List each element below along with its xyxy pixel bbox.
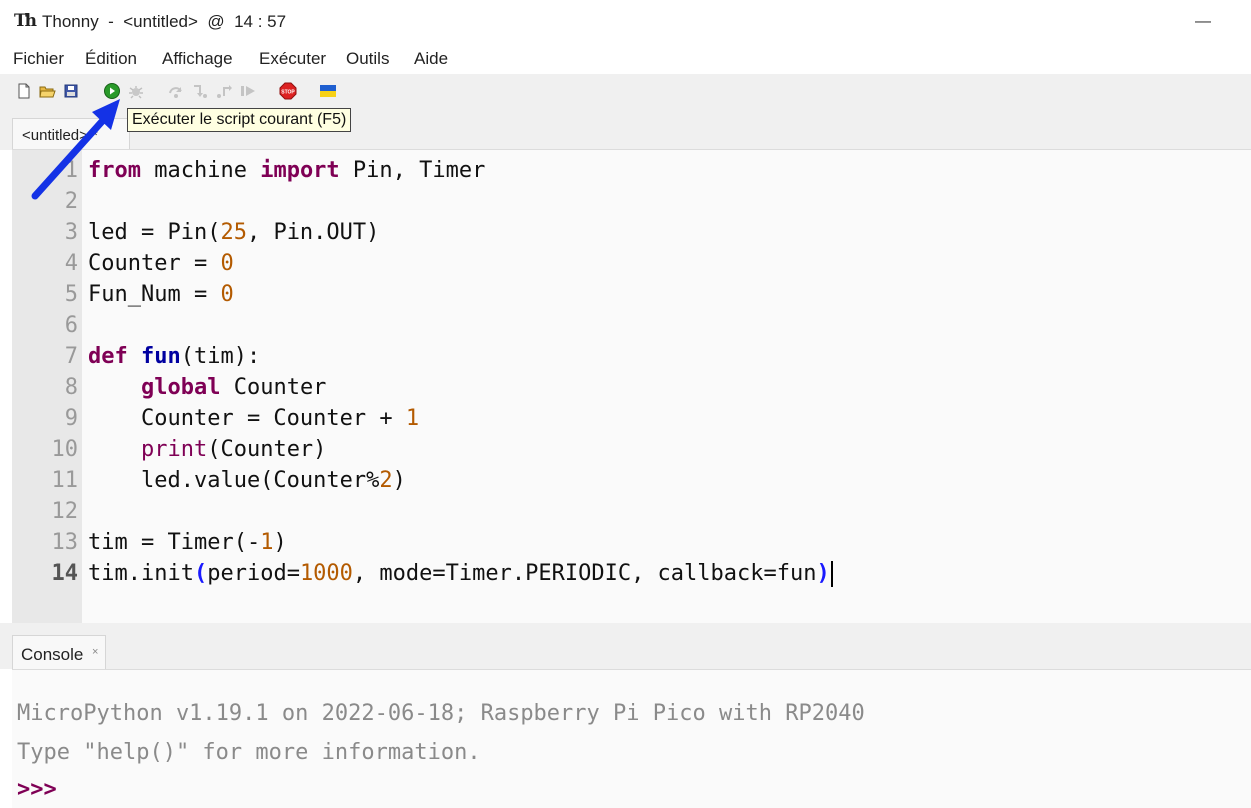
console-tab-label: Console bbox=[21, 645, 84, 664]
step-out-icon[interactable] bbox=[215, 82, 233, 100]
line-number: 1 bbox=[64, 158, 78, 183]
editor-tab-untitled[interactable]: <untitled> * bbox=[12, 118, 130, 150]
code-editor[interactable]: 1 2 3 4 5 6 7 8 9 10 11 12 13 14 from ma… bbox=[12, 149, 1251, 624]
menu-executer[interactable]: Exécuter bbox=[259, 49, 326, 69]
window-title: Thonny - <untitled> @ 14 : 57 bbox=[42, 12, 287, 31]
svg-text:STOP: STOP bbox=[281, 90, 295, 96]
editor-tab-label: <untitled> * bbox=[22, 127, 98, 144]
menu-fichier[interactable]: Fichier bbox=[13, 49, 64, 69]
line-number: 9 bbox=[64, 406, 78, 431]
minimize-button[interactable]: — bbox=[1183, 8, 1223, 36]
menu-affichage[interactable]: Affichage bbox=[162, 49, 233, 69]
line-number: 10 bbox=[51, 437, 79, 462]
menu-aide[interactable]: Aide bbox=[414, 49, 448, 69]
menu-outils[interactable]: Outils bbox=[346, 49, 389, 69]
line-number: 6 bbox=[64, 313, 78, 338]
menu-edition[interactable]: Édition bbox=[85, 49, 137, 69]
console-tab-close-icon[interactable]: × bbox=[92, 646, 98, 658]
line-number-gutter: 1 2 3 4 5 6 7 8 9 10 11 12 13 14 bbox=[12, 150, 82, 624]
console-banner-line: MicroPython v1.19.1 on 2022-06-18; Raspb… bbox=[17, 701, 865, 726]
code-line: Counter = 0 bbox=[88, 251, 234, 276]
code-line: tim.init(period=1000, mode=Timer.PERIODI… bbox=[88, 558, 833, 589]
console-help-line: Type "help()" for more information. bbox=[17, 740, 481, 765]
code-line: print(Counter) bbox=[140, 437, 327, 462]
save-icon[interactable] bbox=[62, 82, 80, 100]
code-line: global Counter bbox=[140, 375, 327, 400]
step-over-icon[interactable] bbox=[167, 82, 185, 100]
ukraine-flag-icon[interactable] bbox=[319, 82, 337, 100]
step-into-icon[interactable] bbox=[191, 82, 209, 100]
code-line: def fun(tim): bbox=[88, 344, 261, 369]
shell-console[interactable]: MicroPython v1.19.1 on 2022-06-18; Raspb… bbox=[12, 669, 1251, 808]
toolbar: STOP bbox=[0, 74, 1251, 112]
console-tab[interactable]: Console × bbox=[12, 635, 106, 669]
resume-icon[interactable] bbox=[239, 82, 257, 100]
run-icon[interactable] bbox=[103, 82, 121, 100]
line-number: 8 bbox=[64, 375, 78, 400]
open-folder-icon[interactable] bbox=[38, 82, 56, 100]
stop-icon[interactable]: STOP bbox=[279, 82, 297, 100]
code-line: led = Pin(25, Pin.OUT) bbox=[88, 220, 380, 245]
line-number: 4 bbox=[64, 251, 78, 276]
line-number: 7 bbox=[64, 344, 78, 369]
line-number: 5 bbox=[64, 282, 78, 307]
menu-bar: Fichier Édition Affichage Exécuter Outil… bbox=[0, 44, 1251, 74]
code-line: Counter = Counter + 1 bbox=[88, 406, 420, 431]
title-bar: Th Thonny - <untitled> @ 14 : 57 — bbox=[0, 0, 1251, 44]
console-prompt[interactable]: >>> bbox=[17, 777, 57, 802]
line-number: 2 bbox=[64, 189, 78, 214]
new-file-icon[interactable] bbox=[15, 82, 33, 100]
current-line-number: 14 bbox=[51, 561, 79, 586]
run-tooltip: Exécuter le script courant (F5) bbox=[127, 108, 352, 132]
line-number: 12 bbox=[51, 499, 79, 524]
code-line: led.value(Counter%2) bbox=[88, 468, 406, 493]
line-number: 13 bbox=[51, 530, 79, 555]
debug-icon[interactable] bbox=[127, 82, 145, 100]
code-line: Fun_Num = 0 bbox=[88, 282, 234, 307]
line-number: 3 bbox=[64, 220, 78, 245]
text-caret bbox=[830, 561, 833, 587]
code-line: from machine import Pin, Timer bbox=[88, 158, 486, 183]
console-tab-strip: Console × bbox=[0, 623, 1251, 669]
line-number: 11 bbox=[51, 468, 79, 493]
thonny-logo-icon: Th bbox=[14, 11, 37, 31]
code-line: tim = Timer(-1) bbox=[88, 530, 287, 555]
